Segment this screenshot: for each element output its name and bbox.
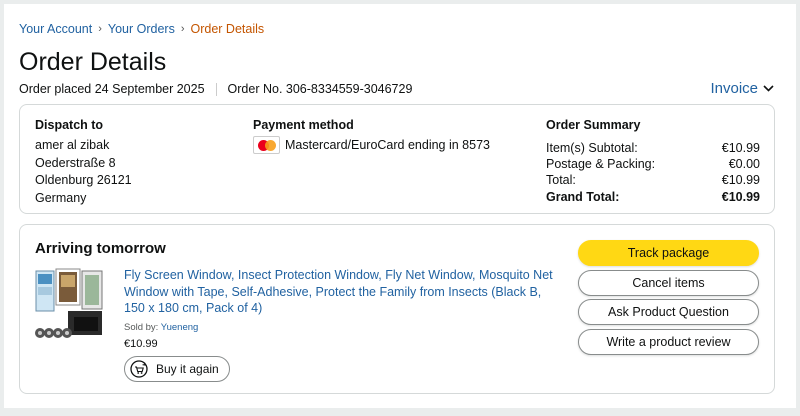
order-meta: Order placed 24 September 2025 Order No.… — [19, 82, 412, 96]
refresh-cart-icon — [130, 360, 148, 378]
summary-label: Total: — [546, 173, 576, 188]
product-price: €10.99 — [124, 338, 158, 350]
summary-label: Grand Total: — [546, 189, 620, 204]
breadcrumb-separator: › — [180, 23, 185, 35]
sold-by-label: Sold by: — [124, 322, 159, 333]
shipping-address: amer al zibak Oederstraße 8 Oldenburg 26… — [35, 137, 132, 207]
write-review-button[interactable]: Write a product review — [578, 329, 759, 355]
order-placed-date: Order placed 24 September 2025 — [19, 82, 205, 96]
address-line: Oldenburg 26121 — [35, 173, 132, 187]
summary-row: Item(s) Subtotal: €10.99 — [546, 140, 760, 156]
summary-label: Postage & Packing: — [546, 157, 656, 172]
track-package-button[interactable]: Track package — [578, 240, 759, 266]
sold-by: Sold by: Yueneng — [124, 322, 198, 333]
buy-it-again-label: Buy it again — [156, 362, 219, 376]
mastercard-icon — [253, 136, 280, 154]
summary-row-grand-total: Grand Total: €10.99 — [546, 189, 760, 205]
summary-label: Item(s) Subtotal: — [546, 141, 638, 155]
breadcrumb: Your Account › Your Orders › Order Detai… — [19, 22, 264, 36]
product-thumbnail[interactable] — [34, 267, 104, 345]
order-details-page: Your Account › Your Orders › Order Detai… — [4, 4, 796, 408]
summary-row: Total: €10.99 — [546, 172, 760, 188]
summary-value: €10.99 — [721, 173, 760, 188]
delivery-status: Arriving tomorrow — [35, 240, 166, 257]
breadcrumb-order-details: Order Details — [190, 22, 265, 36]
summary-row: Postage & Packing: €0.00 — [546, 156, 760, 172]
breadcrumb-separator: › — [98, 23, 102, 35]
product-title-link[interactable]: Fly Screen Window, Insect Protection Win… — [124, 267, 556, 317]
card-text: Mastercard/EuroCard ending in 8573 — [285, 138, 490, 152]
summary-heading: Order Summary — [546, 118, 641, 132]
seller-link[interactable]: Yueneng — [161, 322, 199, 333]
ask-product-question-button[interactable]: Ask Product Question — [578, 299, 759, 325]
payment-method: Mastercard/EuroCard ending in 8573 — [253, 136, 490, 154]
summary-value: €10.99 — [721, 141, 760, 155]
breadcrumb-your-orders[interactable]: Your Orders — [108, 22, 175, 36]
buy-it-again-button[interactable]: Buy it again — [124, 356, 230, 382]
invoice-dropdown[interactable]: Invoice — [710, 80, 774, 97]
payment-heading: Payment method — [253, 118, 354, 132]
breadcrumb-your-account[interactable]: Your Account — [19, 22, 92, 36]
dispatch-heading: Dispatch to — [35, 118, 104, 132]
chevron-down-icon — [763, 85, 774, 92]
order-summary: Item(s) Subtotal: €10.99 Postage & Packi… — [546, 140, 760, 205]
order-number: Order No. 306-8334559-3046729 — [227, 82, 413, 96]
cancel-items-button[interactable]: Cancel items — [578, 270, 759, 296]
address-line: Oederstraße 8 — [35, 155, 116, 170]
page-title: Order Details — [19, 48, 167, 76]
summary-value: €0.00 — [728, 157, 760, 172]
shipment-box: Arriving tomorrow Fly Screen Window, Ins… — [19, 224, 775, 394]
address-line: Germany — [35, 190, 87, 205]
address-line: amer al zibak — [35, 138, 110, 152]
summary-value: €10.99 — [721, 189, 760, 204]
invoice-label: Invoice — [710, 80, 758, 97]
order-info-box: Dispatch to amer al zibak Oederstraße 8 … — [19, 104, 775, 214]
meta-divider — [215, 82, 217, 96]
